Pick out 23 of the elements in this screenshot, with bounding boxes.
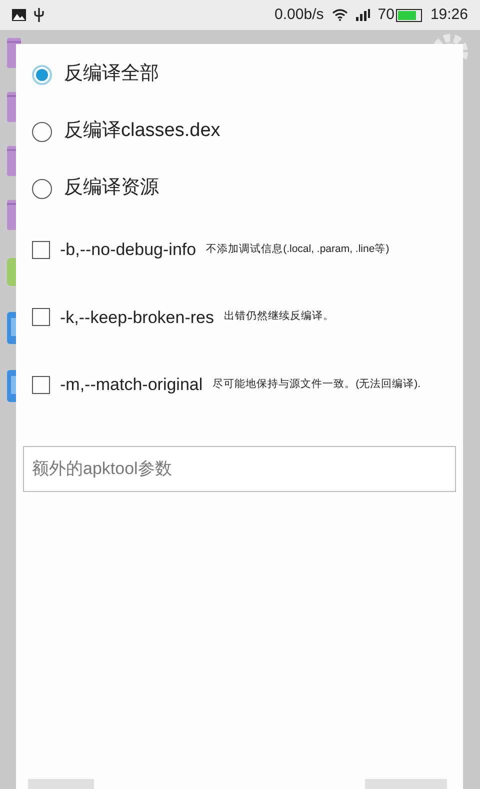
clock: 19:26: [430, 4, 468, 25]
radio-button[interactable]: [32, 122, 52, 142]
flag-label: -k,--keep-broken-res: [60, 306, 214, 328]
option-label: 反编译全部: [64, 62, 159, 86]
checkbox[interactable]: [32, 240, 50, 259]
option-description: 出错仍然继续反编译。: [224, 309, 334, 324]
radio-button[interactable]: [32, 178, 52, 198]
checkbox[interactable]: [32, 308, 50, 326]
option-label: 反编译classes.dex: [64, 119, 220, 144]
battery-percent: 70: [378, 4, 394, 25]
flag-label: -b,--no-debug-info: [60, 239, 196, 261]
option-description: 尽可能地保持与源文件一致。(无法回编译).: [212, 376, 421, 392]
option-description: 不添加调试信息(.local, .param, .line等): [206, 242, 390, 257]
checkbox[interactable]: [32, 376, 50, 394]
option-label: 反编译资源: [64, 176, 159, 200]
flag-label: -m,--match-original: [60, 374, 203, 396]
battery-icon: [396, 8, 422, 22]
wifi-icon: [332, 9, 348, 21]
usb-icon: [34, 8, 44, 22]
input-field[interactable]: 额外的apktool参数: [23, 446, 456, 492]
signal-icon: [356, 9, 370, 21]
image-icon: [12, 9, 26, 21]
network-speed: 0.00b/s: [274, 4, 324, 25]
